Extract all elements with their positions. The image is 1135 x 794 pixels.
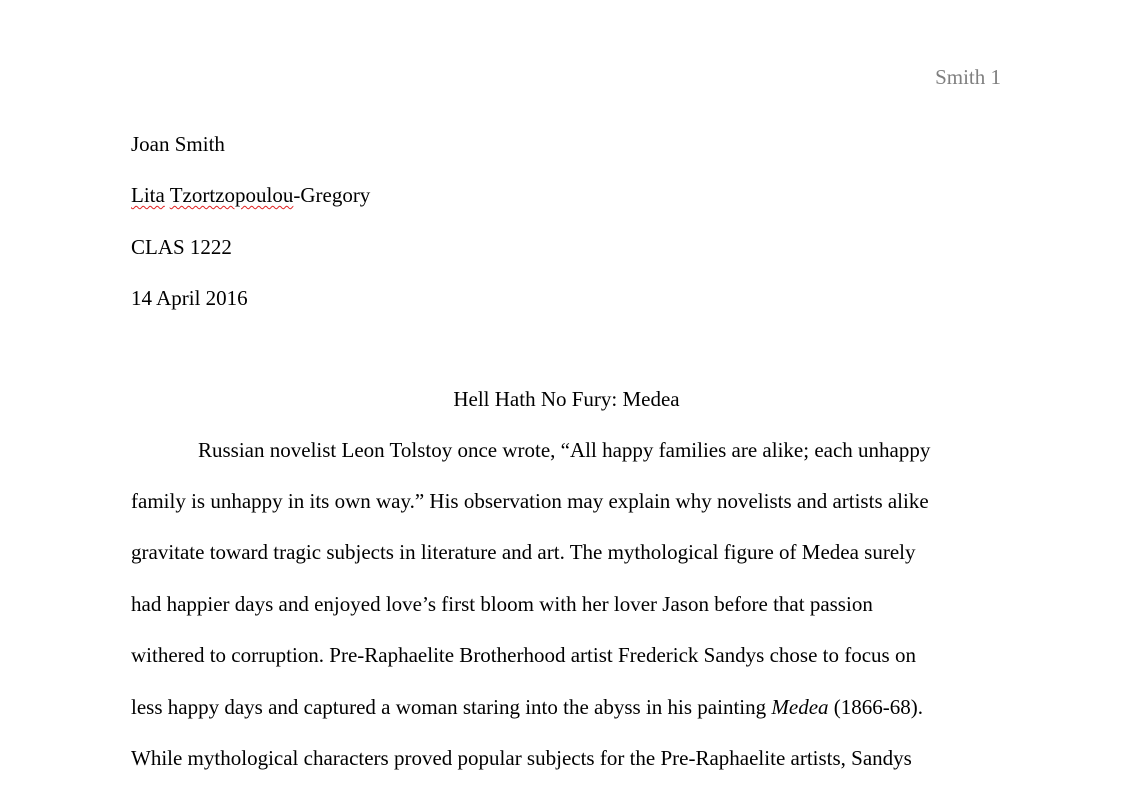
date-line: 14 April 2016 (131, 286, 248, 310)
body-text-segment: less happy days and captured a woman sta… (131, 695, 772, 719)
spellcheck-flagged-word[interactable]: Tzortzopoulou (170, 183, 294, 207)
course-code: CLAS 1222 (131, 235, 232, 259)
instructor-name: Lita Tzortzopoulou-Gregory (131, 181, 370, 209)
body-text-line: gravitate toward tragic subjects in lite… (131, 540, 916, 564)
body-text-line: withered to corruption. Pre-Raphaelite B… (131, 643, 916, 667)
body-text-line: less happy days and captured a woman sta… (131, 693, 923, 721)
document-page[interactable]: Smith 1 Joan Smith Lita Tzortzopoulou-Gr… (0, 0, 1135, 794)
body-text-line: Russian novelist Leon Tolstoy once wrote… (198, 438, 931, 462)
spellcheck-flagged-word[interactable]: Lita (131, 183, 165, 207)
page-header-number: Smith 1 (935, 65, 1001, 89)
body-text-line: While mythological characters proved pop… (131, 746, 912, 770)
document-title: Hell Hath No Fury: Medea (453, 387, 680, 411)
instructor-name-suffix: -Gregory (293, 183, 371, 207)
body-text-segment: (1866-68). (828, 695, 924, 719)
body-text-line: family is unhappy in its own way.” His o… (131, 489, 929, 513)
student-name: Joan Smith (131, 132, 225, 156)
body-text-line: had happier days and enjoyed love’s firs… (131, 592, 873, 616)
painting-title-italic: Medea (771, 695, 829, 719)
